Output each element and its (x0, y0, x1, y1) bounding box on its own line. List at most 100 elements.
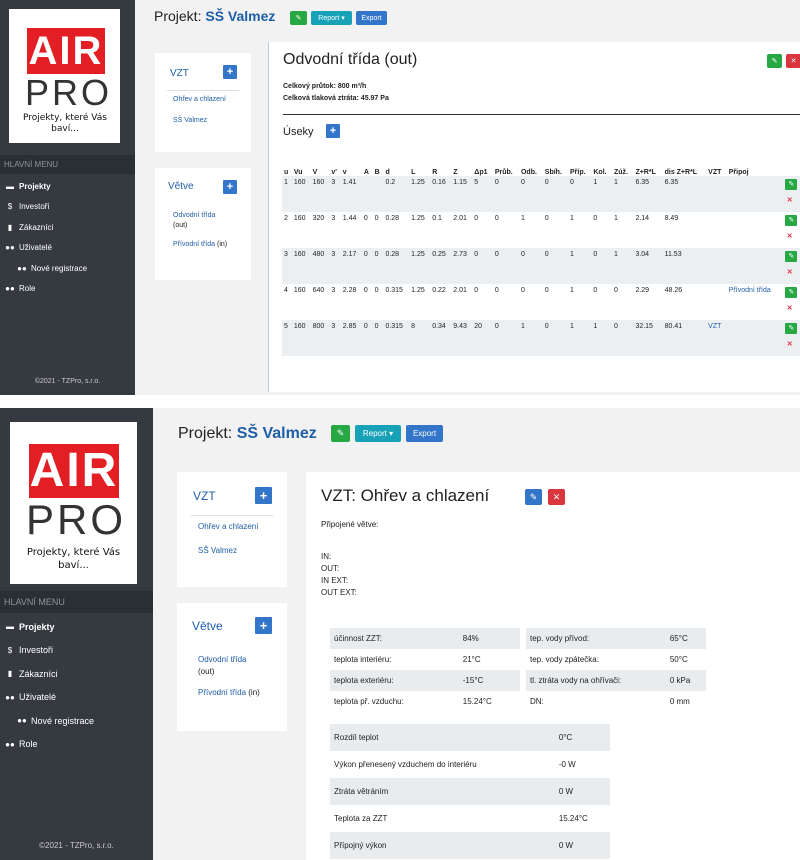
table-cell: 3 (282, 248, 292, 284)
column-header: d (385, 169, 390, 176)
column-header: Z+R*L (635, 169, 656, 176)
logo[interactable]: AIR PRO Projekty, které Vás baví... (10, 422, 137, 584)
vzt-params-panel: účinnost ZZT: 84% teplota interiéru: 21°C te… (306, 622, 800, 860)
table-cell: 1 (611, 212, 634, 248)
table-cell: 8.49 (662, 212, 707, 248)
param-value: 0 W (554, 832, 610, 859)
table-row: Teplota za ZZT 15.24°C (330, 805, 610, 832)
menu-item-zakaznici[interactable]: ▮ Zákazníci (0, 217, 135, 238)
branch-title: Odvodní třída (out) (283, 51, 418, 68)
table-cell: 3 (329, 248, 341, 284)
table-cell: 0 (591, 212, 612, 248)
edit-branch-button[interactable]: ✎ (767, 54, 782, 68)
report-button[interactable]: Report ▾ (355, 425, 401, 442)
table-cell: 6.35 (662, 176, 707, 212)
param-value: 15.24°C (554, 805, 610, 832)
table-cell: 0.16 (430, 176, 452, 212)
menu-item-uzivatele[interactable]: ●● Uživatelé (0, 686, 153, 710)
add-vetev-button[interactable]: + (223, 180, 237, 194)
table-cell (726, 248, 782, 284)
delete-section-icon[interactable]: ✕ (784, 304, 796, 312)
add-vzt-button[interactable]: + (223, 65, 237, 79)
report-button[interactable]: Report ▾ (311, 11, 352, 25)
vzt-link-valmez[interactable]: SŠ Valmez (198, 546, 237, 555)
param-value: 0°C (554, 724, 610, 751)
edit-section-button[interactable]: ✎ (785, 179, 798, 190)
table-cell (706, 248, 727, 284)
table-cell[interactable]: Přívodní třída (726, 284, 782, 320)
delete-section-icon[interactable]: ✕ (784, 232, 796, 240)
vzt-link-ohrev[interactable]: Ohřev a chlazení (173, 96, 226, 103)
column-header: A (363, 169, 369, 176)
table-cell: 1 (568, 248, 592, 284)
vetev-link-privodni[interactable]: Přívodní třída (in) (173, 241, 227, 248)
table-row: 2 160 320 3 1.44 0 0 0.28 1.25 0.1 2.01 0 0 1 0 1 0 1 2.14… (282, 212, 800, 248)
table-cell: 0 (611, 320, 634, 356)
row-actions: ✎ ✕ (781, 248, 800, 284)
vzt-link-ohrev[interactable]: Ohřev a chlazení (198, 522, 258, 531)
logo-pro: PRO (25, 72, 113, 113)
edit-section-button[interactable]: ✎ (785, 287, 798, 298)
add-section-button[interactable]: + (326, 124, 340, 138)
delete-section-icon[interactable]: ✕ (784, 196, 796, 204)
vzt-link-valmez[interactable]: SŠ Valmez (173, 117, 207, 124)
menu-item-nove-registrace[interactable]: ●● Nové registrace (0, 258, 135, 279)
delete-branch-button[interactable]: ✕ (786, 54, 800, 68)
table-cell: 1.25 (409, 248, 431, 284)
vetev-link-odvodni[interactable]: Odvodní třída (out) (173, 211, 215, 231)
table-cell: 0 (492, 248, 519, 284)
column-header: V (312, 169, 318, 176)
building-icon: ▮ (7, 669, 13, 679)
add-vetev-button[interactable]: + (255, 617, 272, 634)
edit-section-button[interactable]: ✎ (785, 215, 798, 226)
table-cell: 1 (568, 320, 592, 356)
edit-project-button[interactable]: ✎ (331, 425, 350, 442)
table-cell[interactable]: VZT (706, 320, 727, 356)
plus-icon: + (329, 125, 337, 137)
edit-vzt-button[interactable]: ✎ (525, 489, 542, 505)
vzt-title: VZT: Ohřev a chlazení (321, 486, 490, 505)
table-row: Přípojný výkon 0 W (330, 832, 610, 859)
menu-item-projekty[interactable]: ▬ Projekty (0, 615, 153, 639)
delete-vzt-button[interactable]: ✕ (548, 489, 565, 505)
param-label: teplota exteriéru: (330, 670, 459, 691)
menu-item-investori[interactable]: $ Investoři (0, 639, 153, 663)
menu-item-role[interactable]: ●● Role (0, 279, 135, 300)
table-cell: 0 (591, 248, 612, 284)
table-cell: 3 (329, 176, 341, 212)
menu-item-investori[interactable]: $ Investoři (0, 197, 135, 218)
column-header: u (284, 169, 289, 176)
table-cell: 2.01 (451, 284, 473, 320)
table-cell: 48.26 (662, 284, 707, 320)
menu-item-projekty[interactable]: ▬ Projekty (0, 176, 135, 197)
vetev-link-privodni[interactable]: Přívodní třída (in) (198, 688, 260, 697)
param-label: teplota př. vzduchu: (330, 691, 459, 712)
menu-item-nove-registrace[interactable]: ●● Nové registrace (0, 709, 153, 733)
vzt-card-title: VZT (170, 68, 189, 79)
param-value: -0 W (554, 751, 610, 778)
menu-item-role[interactable]: ●● Role (0, 733, 153, 757)
logo[interactable]: AIR PRO Projekty, které Vás baví... (9, 9, 120, 143)
param-value: 65°C (665, 628, 706, 649)
export-button[interactable]: Export (406, 425, 443, 442)
export-button[interactable]: Export (356, 11, 387, 25)
sections-title: Úseky (283, 126, 314, 138)
delete-section-icon[interactable]: ✕ (784, 268, 796, 276)
edit-section-button[interactable]: ✎ (785, 323, 798, 334)
plus-icon: + (259, 618, 268, 633)
menu-item-uzivatele[interactable]: ●● Uživatelé (0, 238, 135, 259)
table-cell: 0 (372, 248, 384, 284)
add-vzt-button[interactable]: + (255, 487, 272, 504)
table-cell: 480 (310, 248, 330, 284)
connected-branches-label: Připojené větve: (321, 520, 379, 529)
edit-section-button[interactable]: ✎ (785, 251, 798, 262)
vzt-detail-card: VZT: Ohřev a chlazení ✎ ✕ Připojené větv… (306, 472, 800, 622)
delete-section-icon[interactable]: ✕ (784, 340, 796, 348)
param-value: -15°C (458, 670, 520, 691)
table-cell: 160 (310, 176, 330, 212)
vetev-link-odvodni[interactable]: Odvodní třída (out) (198, 654, 246, 678)
column-header: dis Z+R*L (664, 169, 698, 176)
edit-project-button[interactable]: ✎ (290, 11, 307, 25)
menu-item-zakaznici[interactable]: ▮ Zákazníci (0, 662, 153, 686)
table-cell: 2.29 (633, 284, 663, 320)
